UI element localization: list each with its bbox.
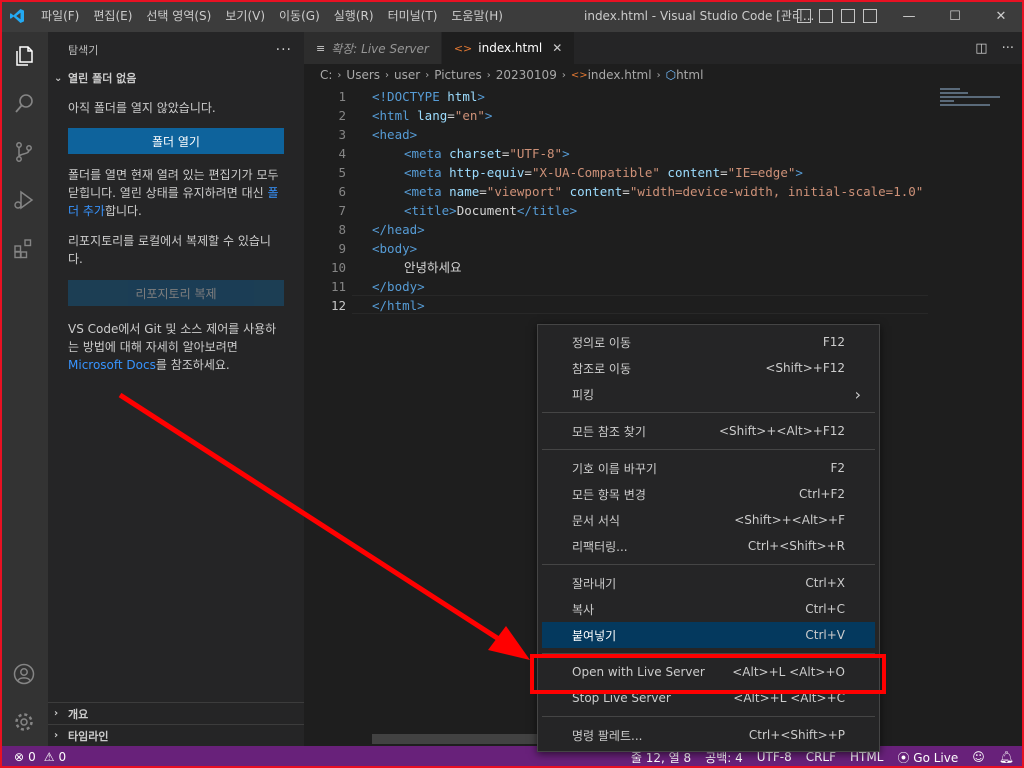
annotation-arrow — [118, 392, 530, 660]
